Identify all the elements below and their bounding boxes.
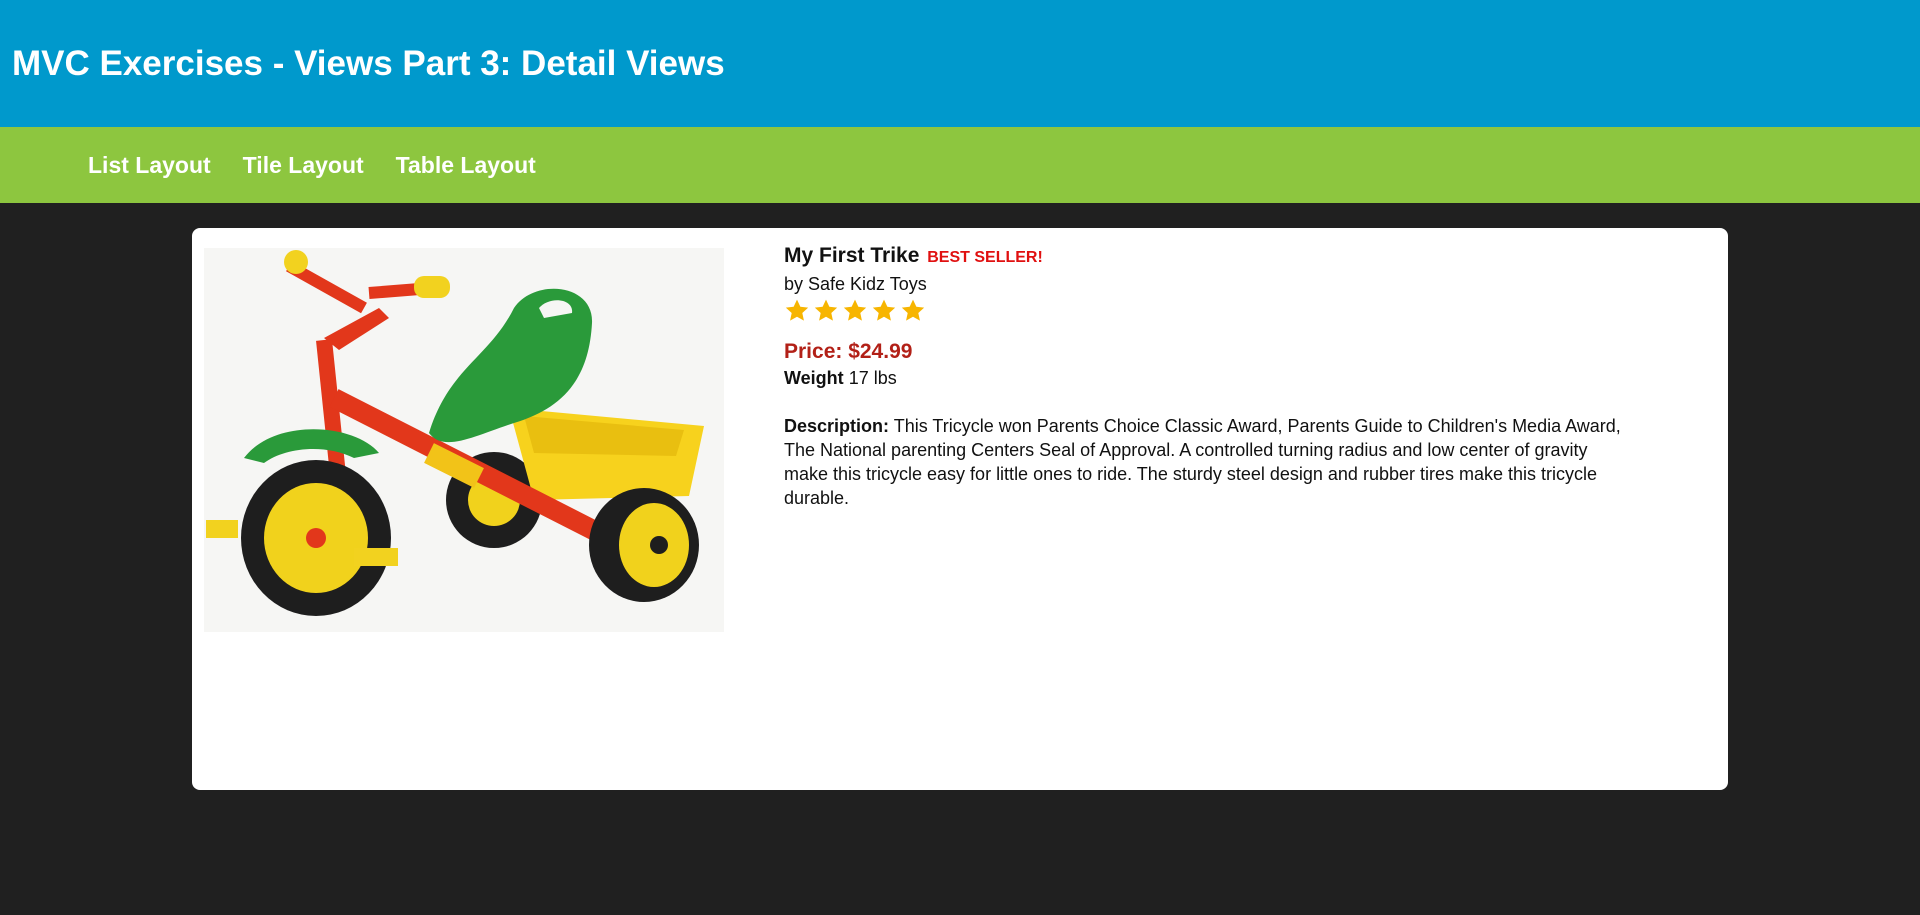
- description-text: This Tricycle won Parents Choice Classic…: [784, 416, 1621, 508]
- page-title: MVC Exercises - Views Part 3: Detail Vie…: [12, 43, 725, 83]
- product-price: Price: $24.99: [784, 340, 913, 363]
- page-header: MVC Exercises - Views Part 3: Detail Vie…: [0, 0, 1920, 127]
- weight-value: 17 lbs: [848, 368, 897, 388]
- product-title-line: My First Trike BEST SELLER!: [784, 242, 1634, 272]
- tricycle-image: [204, 248, 724, 632]
- nav-tile-layout[interactable]: Tile Layout: [243, 152, 364, 179]
- best-seller-badge: BEST SELLER!: [927, 249, 1043, 266]
- product-detail-card: My First Trike BEST SELLER! by Safe Kidz…: [192, 228, 1728, 790]
- star-rating: [784, 298, 1634, 328]
- star-icon: [872, 299, 896, 321]
- product-brand: by Safe Kidz Toys: [784, 274, 927, 294]
- description-label: Description:: [784, 416, 890, 436]
- product-description: Description: This Tricycle won Parents C…: [784, 414, 1634, 510]
- product-weight: Weight 17 lbs: [784, 366, 1634, 390]
- star-icon: [785, 299, 809, 321]
- nav-table-layout[interactable]: Table Layout: [396, 152, 536, 179]
- weight-label: Weight: [784, 368, 844, 388]
- star-icon: [901, 299, 925, 321]
- product-info: My First Trike BEST SELLER! by Safe Kidz…: [784, 242, 1634, 510]
- star-icon: [814, 299, 838, 321]
- product-name: My First Trike: [784, 244, 920, 267]
- nav-bar: List Layout Tile Layout Table Layout: [0, 127, 1920, 203]
- star-icon: [843, 299, 867, 321]
- nav-list-layout[interactable]: List Layout: [88, 152, 211, 179]
